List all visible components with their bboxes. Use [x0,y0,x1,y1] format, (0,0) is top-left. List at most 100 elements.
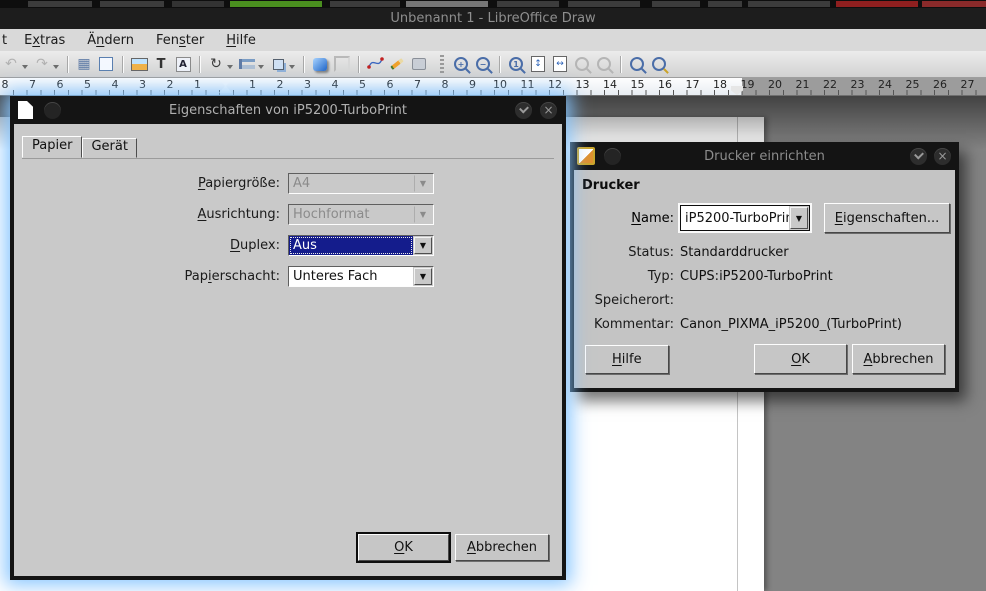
paper-size-value: A4 [289,174,413,193]
taskbar-segment [172,1,224,7]
crop-icon[interactable] [331,53,353,75]
zoom-prev-icon[interactable] [571,53,593,75]
ok-button[interactable]: OK [754,344,847,374]
extrusion-icon[interactable] [408,53,430,75]
window-menu-button[interactable] [44,102,61,119]
menu-item-extras[interactable]: Extras [13,31,76,50]
insert-textbox-icon[interactable]: T [150,53,172,75]
ruler-number: 18 [713,78,727,91]
taskbar-segment [652,1,700,7]
zoom-object-icon[interactable] [626,53,648,75]
menu-item-ndern[interactable]: Ändern [76,31,145,50]
duplex-value: Aus [289,236,413,255]
dropdown-arrow-icon[interactable]: ▼ [790,207,808,229]
menu-item-t[interactable]: t [0,31,13,50]
shade-button[interactable] [515,102,532,119]
menu-item-hilfe[interactable]: Hilfe [215,31,267,50]
ruler-number: 10 [493,78,507,91]
edit-points-icon[interactable] [364,53,386,75]
grid-icon[interactable]: ▦ [73,53,95,75]
dropdown-arrow-icon[interactable]: ▼ [414,237,432,254]
screen: Unbenannt 1 - LibreOffice Draw tExtrasÄn… [0,0,986,591]
menu-item-fenster[interactable]: Fenster [145,31,215,50]
zoom-page-icon[interactable]: ↕ [527,53,549,75]
printer-info-row: Kommentar:Canon_PIXMA_iP5200_(TurboPrint… [574,317,955,332]
printer-setup-title: Drucker einrichten [570,149,959,164]
arrange-icon[interactable] [267,53,289,75]
close-button[interactable]: × [540,102,557,119]
printer-name-label: Name: [574,211,674,226]
gluepoints-icon[interactable] [386,53,408,75]
zoom-next-icon[interactable] [593,53,615,75]
ruler-number: 1 [249,78,256,91]
properties-button-label: Eigenschaften... [835,211,940,226]
cancel-button[interactable]: Abbrechen [455,534,549,561]
printer-info-label: Status: [574,245,674,260]
redo-icon-dropdown[interactable] [53,65,59,72]
ruler-number: 23 [851,78,865,91]
tab-papier[interactable]: Papier [22,136,82,158]
horizontal-ruler: 8765432112345678910111213141516171819202… [0,77,986,96]
tab-geraet[interactable]: Gerät [82,138,136,158]
toolbar-main-group: ↶ ↷ ▦ TA ↻ [0,53,430,75]
redo-icon[interactable]: ↷ [31,53,53,75]
printer-properties-titlebar[interactable]: Eigenschaften von iP5200-TurboPrint × [10,96,566,124]
undo-icon-dropdown[interactable] [22,65,28,72]
zoom-width-icon[interactable]: ↔ [549,53,571,75]
taskbar-segment [836,1,918,7]
ruler-number: 5 [359,78,366,91]
toolbar-separator [620,56,621,73]
printer-properties-title: Eigenschaften von iP5200-TurboPrint [10,103,566,118]
duplex-label: Duplex: [14,238,280,253]
rotate-icon-dropdown[interactable] [227,65,233,72]
properties-button[interactable]: Eigenschaften... [824,203,950,233]
zoom-in-icon[interactable]: + [450,53,472,75]
toolbar-separator [199,56,200,73]
taskbar-segment [100,1,164,7]
insert-image-icon[interactable] [128,53,150,75]
rotate-icon[interactable]: ↻ [205,53,227,75]
duplex-combobox[interactable]: Aus ▼ [288,235,434,256]
paper-tray-combobox[interactable]: Unteres Fach ▼ [288,266,434,287]
taskbar-segment [406,1,488,7]
tab-papier-label: Papier [32,138,72,153]
chevron-down-icon [519,104,529,114]
printer-name-value: iP5200-TurboPrint [681,206,789,230]
toolbar-grip[interactable] [440,55,444,73]
snap-frame-icon[interactable] [95,53,117,75]
help-button[interactable]: Hilfe [585,345,669,374]
align-icon[interactable] [236,53,258,75]
orientation-value: Hochformat [289,205,413,224]
ok-button[interactable]: OK [358,534,449,561]
close-button[interactable]: × [934,148,951,165]
toolbar-separator [303,56,304,73]
fontwork-icon[interactable]: A [172,53,194,75]
undo-icon[interactable]: ↶ [0,53,22,75]
ruler-number: 16 [658,78,672,91]
printer-setup-titlebar[interactable]: Drucker einrichten × [570,142,959,170]
ruler-number: 22 [823,78,837,91]
printer-name-combobox[interactable]: iP5200-TurboPrint ▼ [680,205,810,231]
ruler-number: 6 [387,78,394,91]
shadow-icon[interactable] [309,53,331,75]
ruler-number: 5 [84,78,91,91]
taskbar-segment [497,1,559,7]
zoom-out-icon[interactable]: − [472,53,494,75]
menubar: tExtrasÄndernFensterHilfe [0,29,986,51]
dropdown-arrow-icon[interactable]: ▼ [414,268,432,285]
ruler-number: 15 [631,78,645,91]
close-icon: × [543,104,553,116]
zoom-100-icon[interactable]: 1 [505,53,527,75]
ruler-number: 21 [796,78,810,91]
align-icon-dropdown[interactable] [258,65,264,72]
taskbar-segment [568,1,640,7]
printer-info-row: Typ:CUPS:iP5200-TurboPrint [574,269,955,284]
ruler-number: 25 [906,78,920,91]
pan-icon[interactable] [648,53,670,75]
arrange-icon-dropdown[interactable] [289,65,295,72]
tab-strip: Papier Gerät [22,136,554,159]
shade-button[interactable] [910,148,927,165]
cancel-button[interactable]: Abbrechen [852,344,945,374]
window-menu-button[interactable] [604,148,621,165]
printer-info: Status:StandarddruckerTyp:CUPS:iP5200-Tu… [574,245,955,332]
